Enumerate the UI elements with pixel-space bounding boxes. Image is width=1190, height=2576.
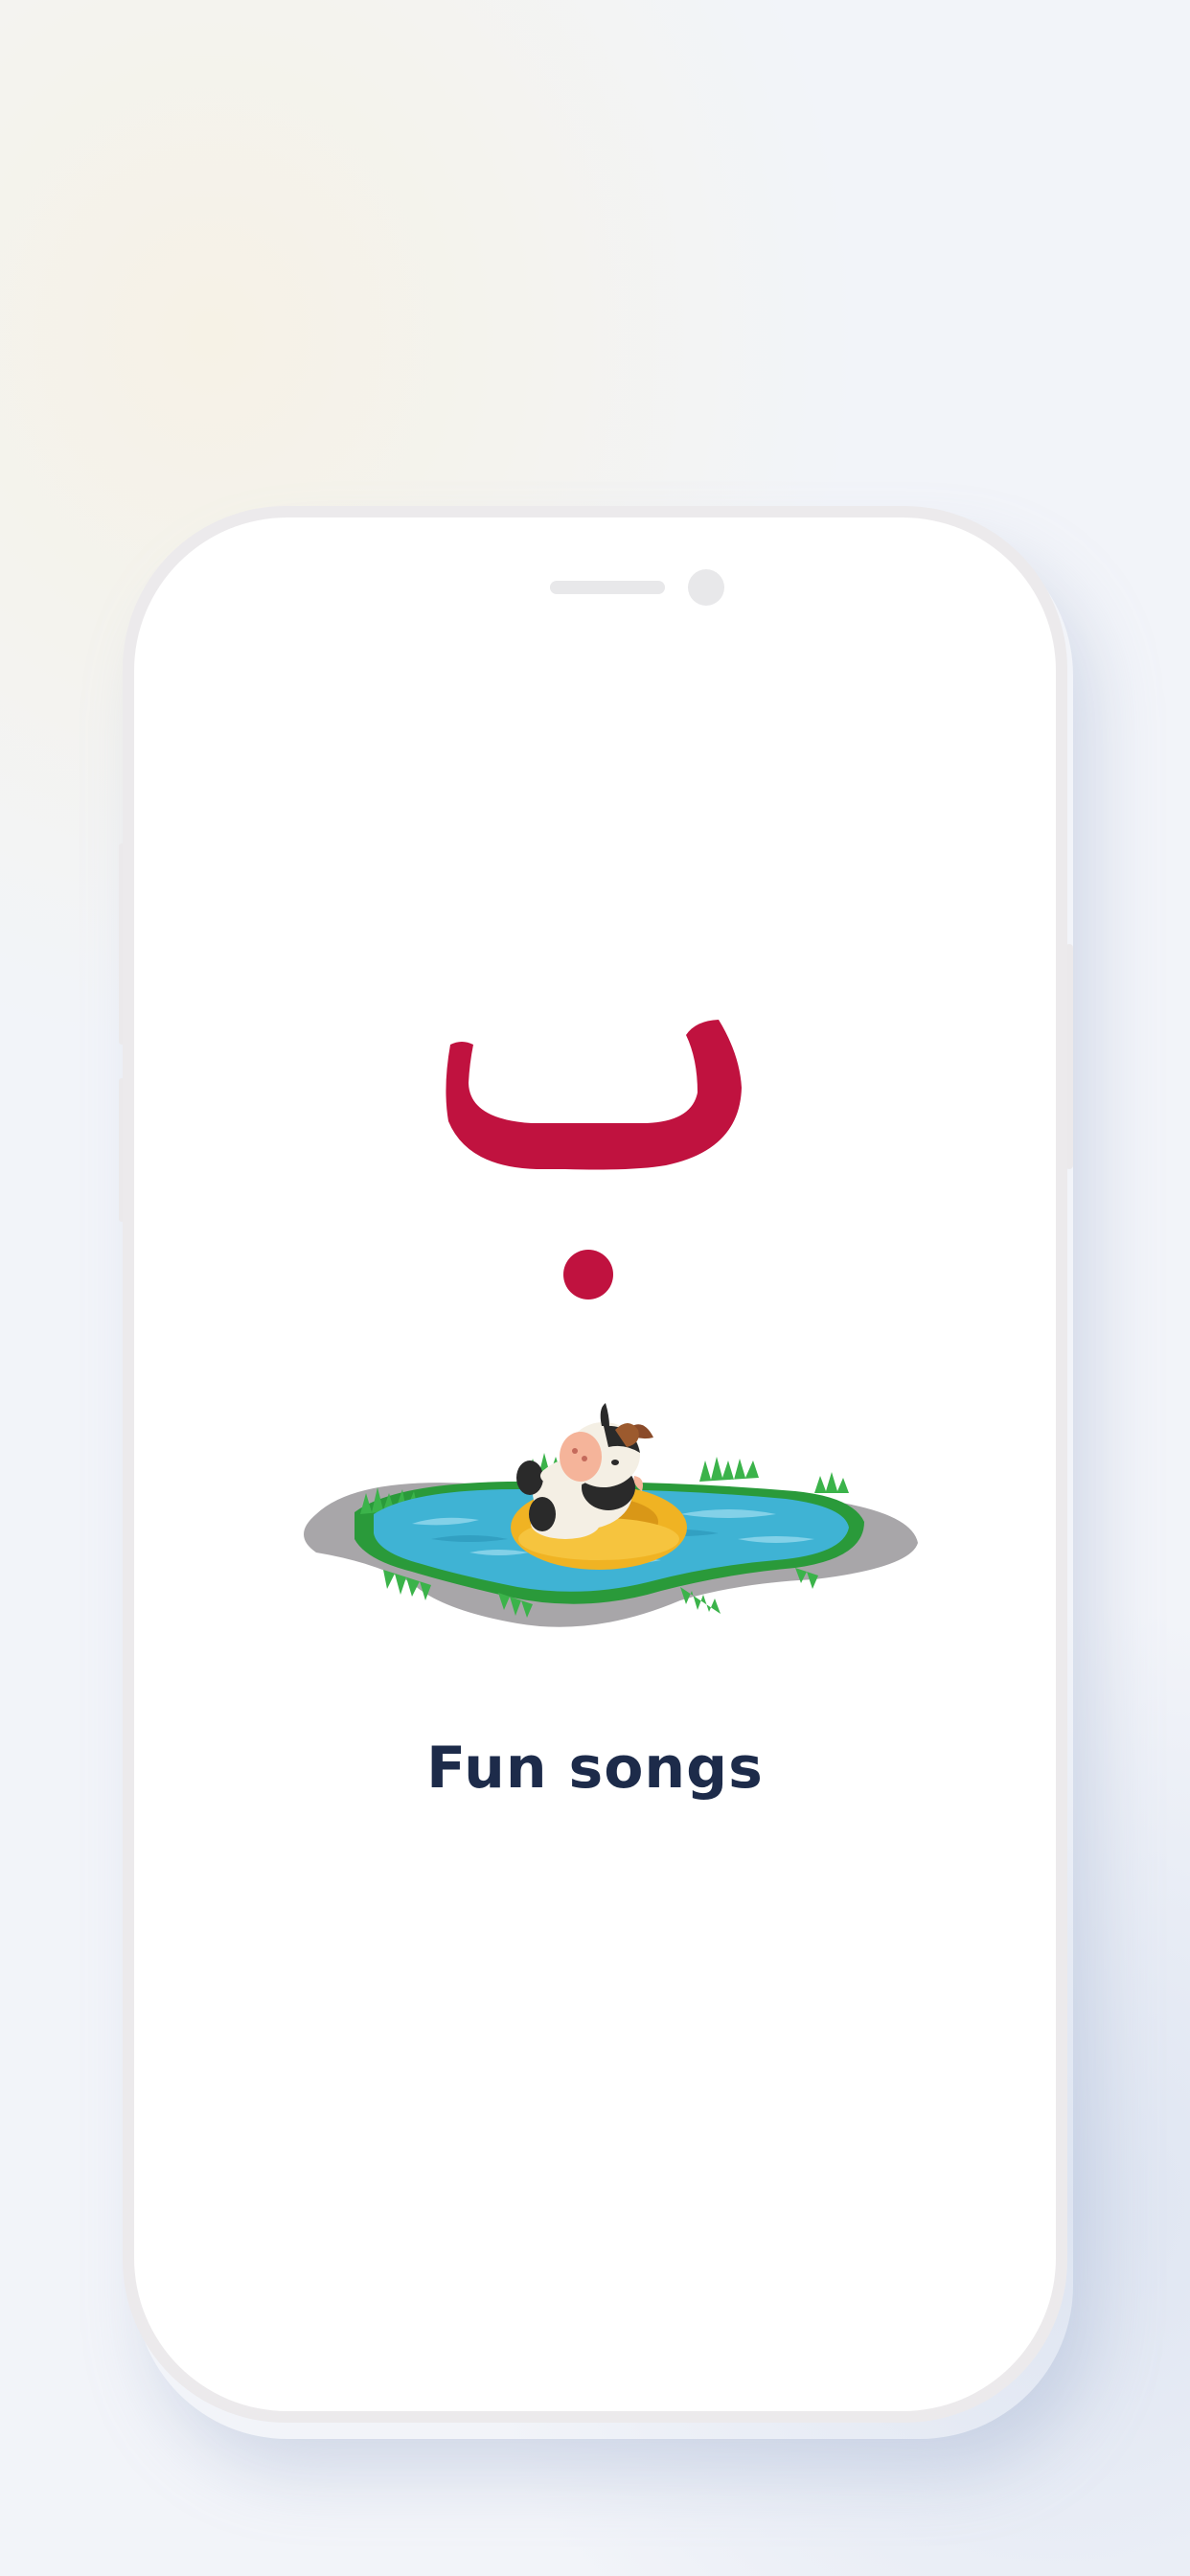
speaker-grille	[550, 581, 665, 594]
front-camera	[688, 569, 724, 606]
phone-frame: Fun songs	[123, 506, 1067, 2423]
cow-in-pond-illustration	[304, 1403, 918, 1627]
arabic-letter-ba	[446, 1020, 742, 1300]
phone-screen: Fun songs	[134, 518, 1056, 2411]
feature-caption: Fun songs	[426, 1735, 764, 1802]
